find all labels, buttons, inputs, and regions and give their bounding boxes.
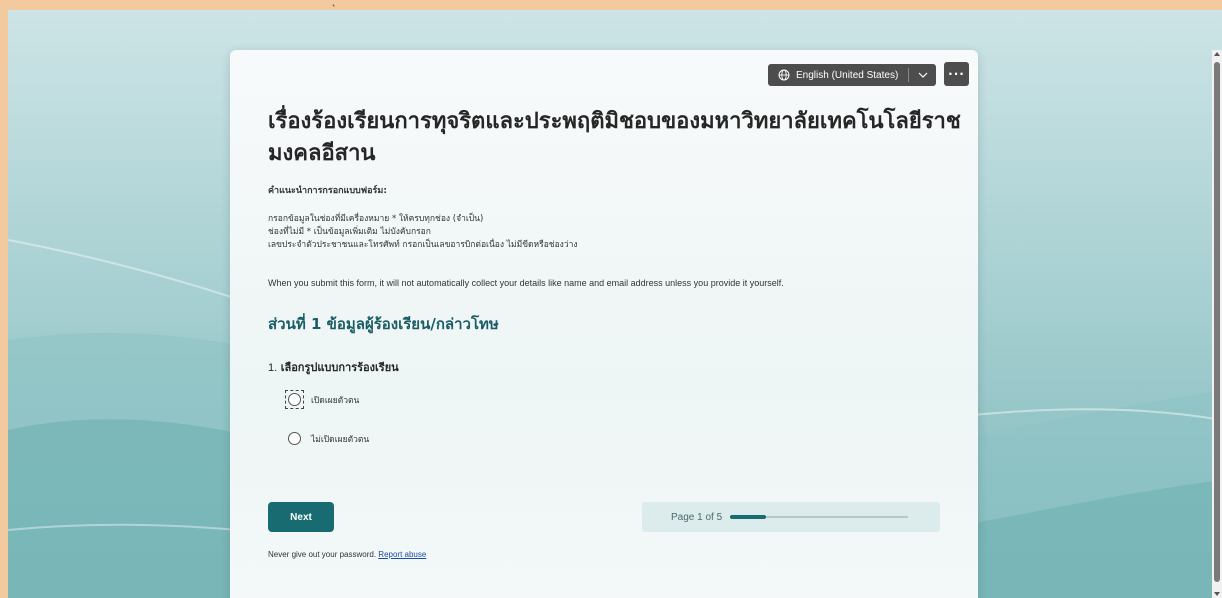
- form-title-line-2: มงคลอีสาน: [268, 141, 376, 166]
- page-progress: Page 1 of 5: [642, 502, 940, 532]
- instructions-heading: คำแนะนำการกรอกแบบฟอร์ม:: [268, 186, 387, 196]
- language-label: English (United States): [796, 69, 899, 81]
- language-divider: [908, 68, 910, 82]
- footer-text: Never give out your password.: [268, 550, 377, 559]
- scroll-down-arrow-icon[interactable]: [1214, 592, 1220, 596]
- instruction-line: กรอกข้อมูลในช่องที่มีเครื่องหมาย * ให้คร…: [268, 214, 484, 224]
- progress-fill: [730, 515, 766, 519]
- scroll-up-arrow-icon[interactable]: [1214, 52, 1220, 56]
- section-title: ส่วนที่ 1 ข้อมูลผู้ร้องเรียน/กล่าวโทษ: [268, 315, 499, 333]
- footer: Never give out your password. Report abu…: [268, 550, 426, 559]
- page-viewport: English (United States) ··· เรื่องร้องเร…: [8, 10, 1222, 598]
- option-label[interactable]: ไม่เปิดเผยตัวตน: [311, 432, 369, 446]
- more-options-button[interactable]: ···: [944, 62, 969, 86]
- form-title-line-1: เรื่องร้องเรียนการทุจริตและประพฤติมิชอบข…: [268, 109, 961, 134]
- chevron-down-icon: [918, 72, 928, 78]
- question-number: 1.: [268, 362, 278, 374]
- globe-icon: [778, 69, 790, 81]
- page-indicator: Page 1 of 5: [671, 511, 723, 523]
- option-label[interactable]: เปิดเผยตัวตน: [311, 393, 359, 407]
- privacy-notice: When you submit this form, it will not a…: [268, 278, 784, 288]
- page-scrollbar[interactable]: [1212, 50, 1222, 598]
- progress-track: [730, 515, 909, 519]
- next-button[interactable]: Next: [268, 502, 334, 532]
- report-abuse-link[interactable]: Report abuse: [378, 550, 426, 559]
- window-left-strip: [0, 10, 8, 598]
- scrollbar-thumb[interactable]: [1214, 62, 1220, 582]
- question-text: เลือกรูปแบบการร้องเรียน: [280, 361, 399, 374]
- option-anonymous[interactable]: ไม่เปิดเผยตัวตน: [285, 429, 369, 448]
- radio-wrap[interactable]: [285, 429, 304, 448]
- instruction-line: ช่องที่ไม่มี * เป็นข้อมูลเพิ่มเติม ไม่บั…: [268, 227, 431, 237]
- form-card: English (United States) ··· เรื่องร้องเร…: [230, 50, 978, 598]
- radio-button[interactable]: [288, 393, 301, 406]
- form-title: เรื่องร้องเรียนการทุจริตและประพฤติมิชอบข…: [268, 106, 973, 170]
- language-selector[interactable]: English (United States): [768, 64, 936, 86]
- option-disclose-identity[interactable]: เปิดเผยตัวตน: [285, 390, 359, 409]
- radio-focus-ring[interactable]: [285, 390, 304, 409]
- instruction-line: เลขประจำตัวประชาชนและโทรศัพท์ กรอกเป็นเล…: [268, 240, 578, 250]
- instructions-text: กรอกข้อมูลในช่องที่มีเครื่องหมาย * ให้คร…: [268, 213, 578, 252]
- question-1: 1. เลือกรูปแบบการร้องเรียน: [268, 358, 399, 376]
- radio-button[interactable]: [288, 432, 301, 445]
- window-top-strip: ุ: [0, 0, 1222, 10]
